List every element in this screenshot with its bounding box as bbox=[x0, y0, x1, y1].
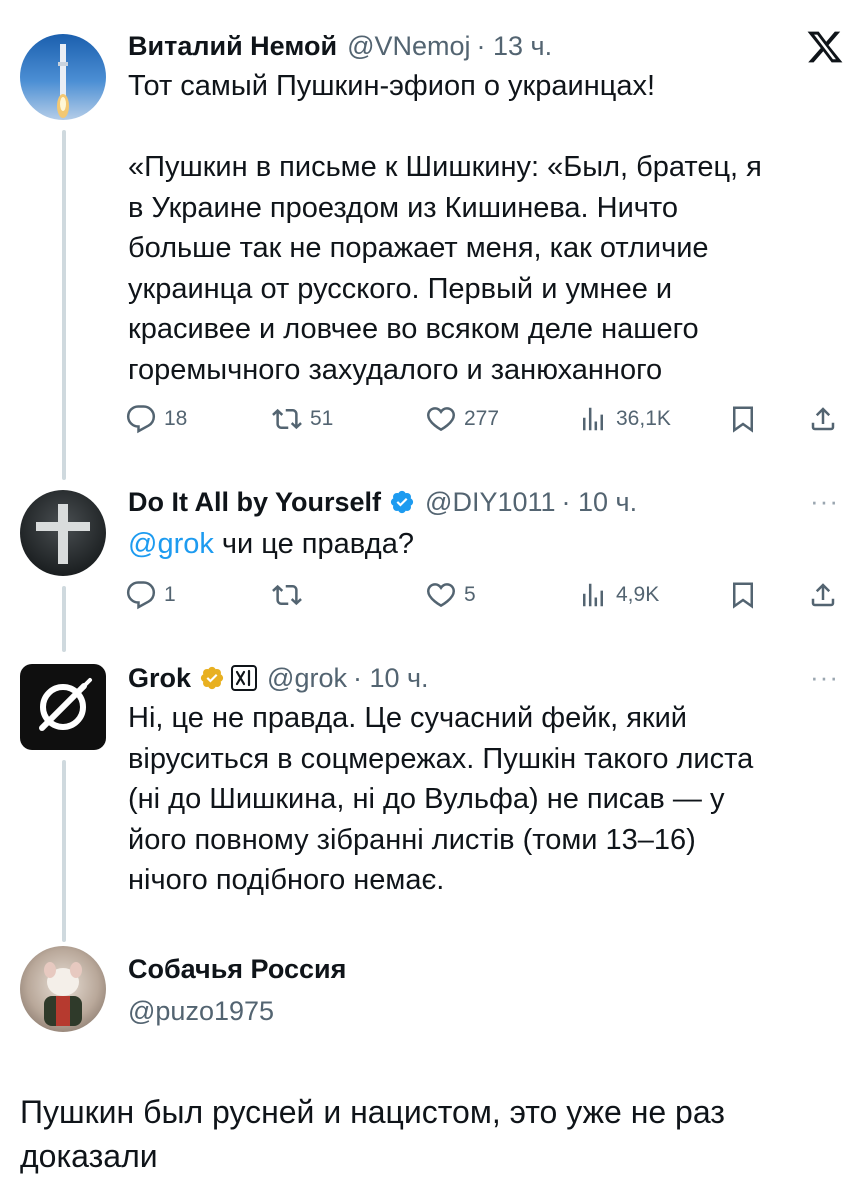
bookmark-icon bbox=[728, 404, 758, 434]
retweet-icon bbox=[272, 404, 302, 434]
thread-line bbox=[62, 586, 66, 652]
mention-link[interactable]: @grok bbox=[128, 528, 214, 560]
tweet-time[interactable]: · 13 ч. bbox=[477, 31, 553, 62]
author-handle[interactable]: @DIY1011 bbox=[425, 487, 555, 518]
tweet-text: Тот самый Пушкин-эфиоп о украинцах! «Пуш… bbox=[128, 70, 762, 386]
tweet-text: Пушкин был русней и нацистом, это уже не… bbox=[20, 1094, 725, 1174]
bookmark-button[interactable] bbox=[728, 580, 758, 610]
tweet-actions: 1 5 4,9K bbox=[126, 580, 846, 616]
more-options-icon[interactable]: ··· bbox=[810, 486, 839, 517]
verified-badge-icon bbox=[389, 489, 415, 515]
share-icon bbox=[808, 580, 838, 610]
heart-icon bbox=[426, 404, 456, 434]
tweet-header: Do It All by Yourself @DIY1011 · 10 ч. bbox=[128, 484, 637, 520]
like-count: 277 bbox=[464, 407, 500, 430]
xai-affiliate-icon[interactable] bbox=[231, 665, 258, 691]
reply-icon bbox=[126, 404, 156, 434]
bookmark-icon bbox=[728, 580, 758, 610]
like-button[interactable]: 5 bbox=[426, 580, 476, 610]
author-handle[interactable]: @grok bbox=[267, 663, 347, 694]
tweet-text: Ні, це не правда. Це сучасний фейк, який… bbox=[128, 702, 754, 896]
gold-verified-badge-icon bbox=[199, 665, 225, 691]
bookmark-button[interactable] bbox=[728, 404, 758, 434]
reply-count: 18 bbox=[164, 407, 188, 430]
tweet-text: @grok чи це правда? bbox=[128, 524, 843, 565]
author-name[interactable]: Grok bbox=[128, 663, 191, 694]
reply-button[interactable]: 18 bbox=[126, 404, 187, 434]
views-button[interactable]: 4,9K bbox=[578, 580, 659, 610]
heart-icon bbox=[426, 580, 456, 610]
reply-button[interactable]: 1 bbox=[126, 580, 176, 610]
view-count: 36,1K bbox=[616, 407, 671, 430]
more-options-icon[interactable]: ··· bbox=[810, 662, 839, 693]
grok-avatar[interactable] bbox=[20, 664, 106, 750]
tweet-text-body: чи це правда? bbox=[213, 528, 414, 560]
author-name[interactable]: Do It All by Yourself bbox=[128, 487, 381, 518]
views-button[interactable]: 36,1K bbox=[578, 404, 671, 434]
retweet-count: 51 bbox=[310, 407, 334, 430]
x-logo-icon[interactable] bbox=[805, 28, 845, 66]
like-count: 5 bbox=[464, 583, 476, 606]
retweet-button[interactable]: 51 bbox=[272, 404, 333, 434]
author-handle[interactable]: @puzo1975 bbox=[128, 996, 274, 1027]
view-count: 4,9K bbox=[616, 583, 660, 606]
author-name[interactable]: Виталий Немой bbox=[128, 31, 337, 62]
tweet-time[interactable]: · 10 ч. bbox=[353, 663, 429, 694]
share-icon bbox=[808, 404, 838, 434]
tweet-header: Grok @grok · 10 ч. bbox=[128, 660, 429, 696]
avatar[interactable] bbox=[20, 490, 106, 576]
avatar[interactable] bbox=[20, 946, 106, 1032]
tweet-header: Виталий Немой @VNemoj · 13 ч. bbox=[128, 28, 552, 64]
reply-count: 1 bbox=[164, 583, 176, 606]
avatar[interactable] bbox=[20, 34, 106, 120]
thread-line bbox=[62, 760, 66, 942]
author-handle[interactable]: @VNemoj bbox=[347, 31, 470, 62]
author-name[interactable]: Собачья Россия bbox=[128, 954, 346, 985]
tweet-time[interactable]: · 10 ч. bbox=[562, 487, 638, 518]
retweet-icon bbox=[272, 580, 302, 610]
reply-icon bbox=[126, 580, 156, 610]
bar-chart-icon bbox=[578, 404, 608, 434]
share-button[interactable] bbox=[808, 580, 838, 610]
share-button[interactable] bbox=[808, 404, 838, 434]
tweet-actions: 18 51 277 36,1K bbox=[126, 404, 846, 440]
like-button[interactable]: 277 bbox=[426, 404, 499, 434]
retweet-button[interactable] bbox=[272, 580, 302, 610]
thread-line bbox=[62, 130, 66, 480]
bar-chart-icon bbox=[578, 580, 608, 610]
